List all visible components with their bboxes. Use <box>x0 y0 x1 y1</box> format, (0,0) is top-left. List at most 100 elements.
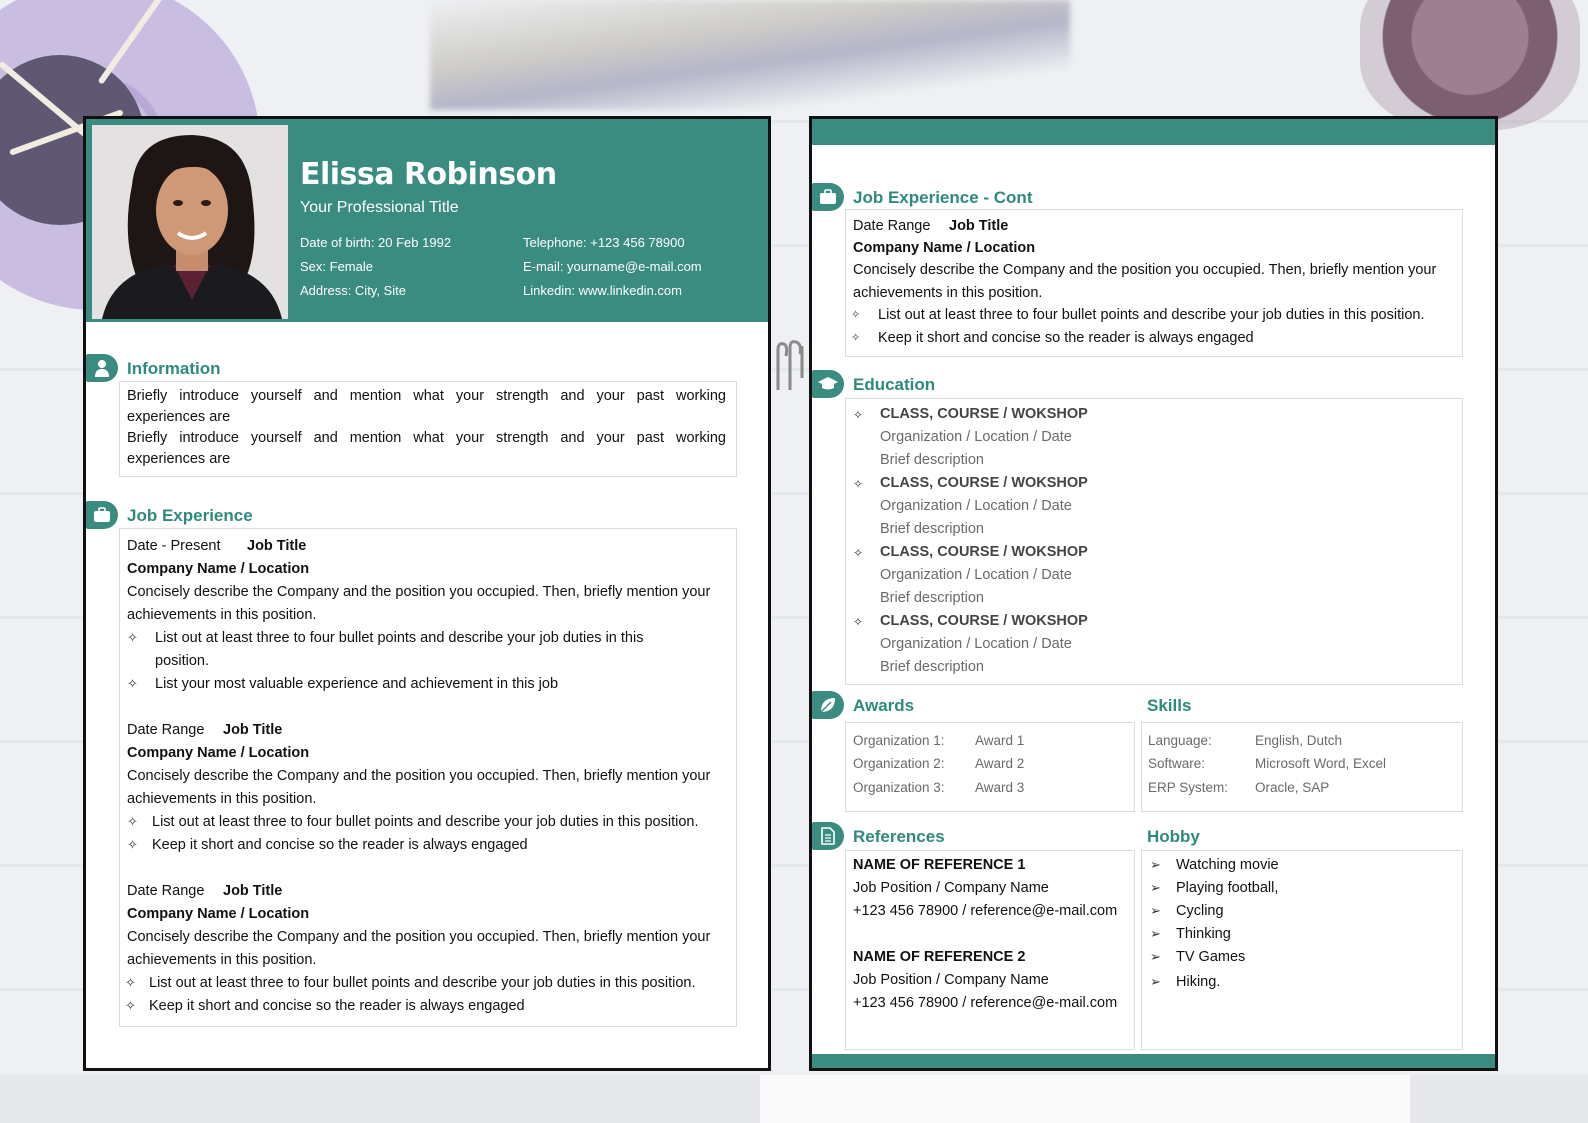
skill-value: Microsoft Word, Excel <box>1255 756 1387 771</box>
awards-heading: Awards <box>853 696 915 715</box>
reference-name: NAME OF REFERENCE 1 <box>853 857 1026 873</box>
resume-header: Elissa Robinson Your Professional Title … <box>86 119 768 322</box>
diamond-bullet-icon: ✧ <box>127 631 138 646</box>
arrow-bullet-icon: ➢ <box>1150 904 1161 919</box>
education-desc: Brief description <box>880 452 984 468</box>
education-org: Organization / Location / Date <box>880 498 1072 514</box>
skill-label: ERP System: <box>1148 780 1229 795</box>
job-description: Concisely describe the Company and the p… <box>127 584 711 600</box>
job-bullet: Keep it short and concise so the reader … <box>149 998 525 1014</box>
education-course: CLASS, COURSE / WOKSHOP <box>880 544 1088 560</box>
education-org: Organization / Location / Date <box>880 636 1072 652</box>
company-name: Company Name / Location <box>127 906 310 922</box>
job-title: Job Title <box>949 218 1009 234</box>
hobby-item: TV Games <box>1176 949 1246 965</box>
briefcase-icon <box>812 183 844 211</box>
job-title: Job Title <box>247 538 307 554</box>
information-text: experiences are <box>127 451 231 467</box>
job-date: Date Range <box>127 722 205 738</box>
award-org: Organization 2: <box>853 756 945 771</box>
arrow-bullet-icon: ➢ <box>1150 858 1161 873</box>
information-text: Briefly introduce yourself and mention w… <box>127 388 726 404</box>
education-desc: Brief description <box>880 521 984 537</box>
diamond-bullet-icon: ✧ <box>125 976 136 991</box>
job-bullet: Keep it short and concise so the reader … <box>878 330 1254 346</box>
job-bullet: position. <box>155 653 210 669</box>
date-of-birth: Date of birth: 20 Feb 1992 <box>300 235 452 250</box>
diamond-bullet-icon: ✧ <box>127 677 138 692</box>
job-bullet: List out at least three to four bullet p… <box>878 307 1425 323</box>
company-name: Company Name / Location <box>127 745 310 761</box>
hobby-item: Hiking. <box>1176 974 1221 990</box>
job-description: Concisely describe the Company and the p… <box>127 929 711 945</box>
diamond-bullet-icon: ✧ <box>851 331 861 344</box>
job-description: achievements in this position. <box>127 791 317 807</box>
reference-contact: +123 456 78900 / reference@e-mail.com <box>853 995 1118 1011</box>
job-description: Concisely describe the Company and the p… <box>853 262 1437 278</box>
job-bullet: Keep it short and concise so the reader … <box>152 837 528 853</box>
job-bullet: List out at least three to four bullet p… <box>149 975 696 991</box>
company-name: Company Name / Location <box>127 561 310 577</box>
job-description: Concisely describe the Company and the p… <box>127 768 711 784</box>
linkedin: Linkedin: www.linkedin.com <box>523 283 682 298</box>
education-org: Organization / Location / Date <box>880 429 1072 445</box>
job-title: Job Title <box>223 722 283 738</box>
education-course: CLASS, COURSE / WOKSHOP <box>880 475 1088 491</box>
arrow-bullet-icon: ➢ <box>1150 950 1161 965</box>
reference-position: Job Position / Company Name <box>853 880 1049 896</box>
diamond-bullet-icon: ✧ <box>853 546 864 560</box>
arrow-bullet-icon: ➢ <box>1150 927 1161 942</box>
job-title: Job Title <box>223 883 283 899</box>
job-experience-heading: Job Experience <box>127 506 253 525</box>
candidate-name: Elissa Robinson <box>300 157 557 192</box>
resume-page-1: Elissa Robinson Your Professional Title … <box>83 116 771 1071</box>
job-experience-cont-heading: Job Experience - Cont <box>853 188 1033 207</box>
award-name: Award 2 <box>975 756 1025 771</box>
skills-heading: Skills <box>1147 696 1192 715</box>
page-top-bar <box>812 119 1495 145</box>
binder-clip-icon <box>776 340 804 390</box>
hobby-item: Playing football, <box>1176 880 1279 896</box>
job-description: achievements in this position. <box>853 285 1043 301</box>
information-text: Briefly introduce yourself and mention w… <box>127 430 726 446</box>
diamond-bullet-icon: ✧ <box>851 308 861 321</box>
page-bottom-bar <box>812 1054 1495 1068</box>
education-desc: Brief description <box>880 659 984 675</box>
arrow-bullet-icon: ➢ <box>1150 975 1161 990</box>
skill-label: Software: <box>1148 756 1206 771</box>
education-course: CLASS, COURSE / WOKSHOP <box>880 406 1088 422</box>
skill-label: Language: <box>1148 733 1212 748</box>
diamond-bullet-icon: ✧ <box>125 999 136 1014</box>
skill-value: English, Dutch <box>1255 733 1343 748</box>
education-course: CLASS, COURSE / WOKSHOP <box>880 613 1088 629</box>
education-org: Organization / Location / Date <box>880 567 1072 583</box>
job-bullet: List out at least three to four bullet p… <box>155 630 644 646</box>
diamond-bullet-icon: ✧ <box>853 615 864 629</box>
award-name: Award 3 <box>975 780 1025 795</box>
diamond-bullet-icon: ✧ <box>853 477 864 491</box>
hobby-item: Watching movie <box>1176 857 1279 873</box>
diamond-bullet-icon: ✧ <box>127 815 138 830</box>
email: E-mail: yourname@e-mail.com <box>523 259 702 274</box>
decor-paper <box>760 1075 1410 1123</box>
profile-photo <box>92 125 288 319</box>
reference-position: Job Position / Company Name <box>853 972 1049 988</box>
sex: Sex: Female <box>300 259 373 274</box>
arrow-bullet-icon: ➢ <box>1150 881 1161 896</box>
hobby-item: Cycling <box>1176 903 1224 919</box>
briefcase-icon <box>86 501 118 529</box>
award-org: Organization 3: <box>853 780 945 795</box>
award-org: Organization 1: <box>853 733 945 748</box>
reference-name: NAME OF REFERENCE 2 <box>853 949 1026 965</box>
job-bullet: List out at least three to four bullet p… <box>152 814 699 830</box>
award-name: Award 1 <box>975 733 1025 748</box>
job-description: achievements in this position. <box>127 952 317 968</box>
job-bullet: List your most valuable experience and a… <box>155 676 559 692</box>
hobby-heading: Hobby <box>1147 827 1200 846</box>
education-heading: Education <box>853 375 936 394</box>
address: Address: City, Site <box>300 283 406 298</box>
reference-contact: +123 456 78900 / reference@e-mail.com <box>853 903 1118 919</box>
education-desc: Brief description <box>880 590 984 606</box>
job-date: Date Range <box>127 883 205 899</box>
leaf-icon <box>812 691 844 719</box>
